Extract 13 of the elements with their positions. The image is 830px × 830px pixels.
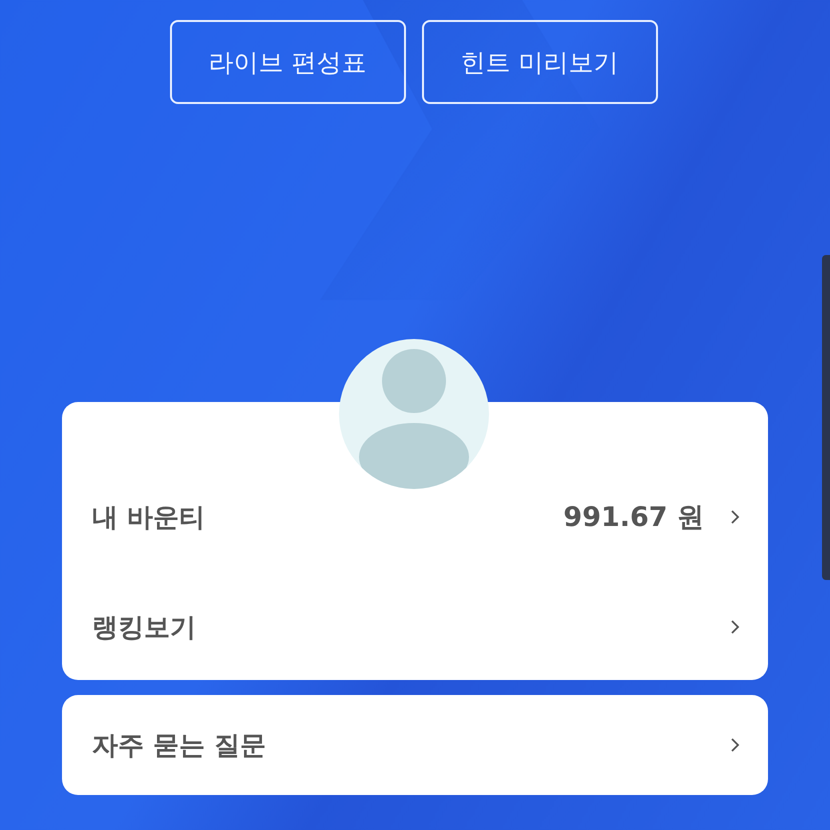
menu-label: 랭킹보기 [92,612,197,644]
nav-button[interactable]: 힌트 미리보기 [422,20,658,104]
menu-item[interactable]: 자주 묻는 질문 [62,695,768,795]
menu-item[interactable]: 랭킹보기 [62,572,768,682]
menu-item[interactable]: 내 바운티 991.67 원 [62,462,768,572]
bounty-amount: 991.67 원 [563,501,704,535]
avatar-icon [339,339,489,489]
chevron-right-icon [730,509,740,525]
nav-button[interactable]: 라이브 편성표 [170,20,406,104]
chevron-right-icon [730,619,740,635]
chevron-right-icon [730,737,740,753]
menu-label: 자주 묻는 질문 [92,730,268,762]
menu-label: 내 바운티 [92,502,206,534]
